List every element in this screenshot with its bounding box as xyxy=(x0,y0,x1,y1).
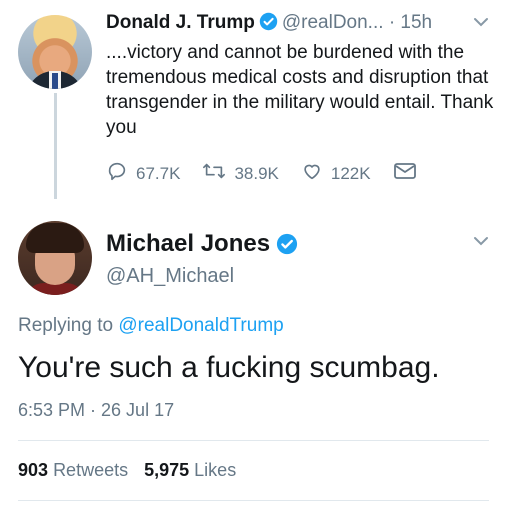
parent-author-name[interactable]: Donald J. Trump xyxy=(106,12,255,33)
reply-count: 67.7K xyxy=(136,163,181,183)
avatar-tie xyxy=(52,73,58,89)
replying-to-line: Replying to @realDonaldTrump xyxy=(18,315,284,337)
avatar-hair xyxy=(26,223,84,253)
retweets-label: Retweets xyxy=(53,460,129,480)
reply-icon[interactable] xyxy=(106,160,136,187)
parent-header: Donald J. Trump @realDon... · 15h xyxy=(106,12,432,37)
retweets-stat[interactable]: 903 Retweets xyxy=(18,460,128,480)
message-action[interactable] xyxy=(393,161,425,186)
divider xyxy=(18,500,489,501)
retweet-count: 38.9K xyxy=(234,163,279,183)
parent-avatar[interactable] xyxy=(18,15,92,89)
parent-time[interactable]: 15h xyxy=(400,12,432,33)
reply-author-name[interactable]: Michael Jones xyxy=(106,230,270,257)
chevron-down-icon[interactable] xyxy=(472,234,490,253)
parent-handle[interactable]: @realDon... xyxy=(282,12,384,33)
like-count: 122K xyxy=(330,163,371,183)
retweets-total: 903 xyxy=(18,460,49,480)
direct-message-icon[interactable] xyxy=(393,161,425,186)
likes-label: Likes xyxy=(194,460,237,480)
parent-tweet-text: ....victory and cannot be burdened with … xyxy=(106,42,494,138)
likes-stat[interactable]: 5,975 Likes xyxy=(144,460,236,480)
retweet-icon[interactable] xyxy=(202,160,234,187)
replying-to-prefix: Replying to xyxy=(18,315,114,336)
reply-author-name-row: Michael Jones xyxy=(106,230,302,262)
reply-action[interactable]: 67.7K xyxy=(106,160,180,187)
reply-handle[interactable]: @AH_Michael xyxy=(106,265,234,288)
verified-badge-icon xyxy=(259,12,278,37)
retweet-action[interactable]: 38.9K xyxy=(202,160,279,187)
verified-badge-icon xyxy=(276,233,298,262)
engagement-stats: 903 Retweets 5,975 Likes xyxy=(18,460,236,481)
chevron-down-icon[interactable] xyxy=(472,15,490,34)
reply-avatar[interactable] xyxy=(18,221,92,295)
thread-line xyxy=(54,93,57,199)
parent-action-bar: 67.7K 38.9K 122K xyxy=(106,160,447,187)
divider xyxy=(18,440,489,441)
like-action[interactable]: 122K xyxy=(301,160,371,187)
likes-total: 5,975 xyxy=(144,460,190,480)
reply-timestamp[interactable]: 6:53 PM · 26 Jul 17 xyxy=(18,400,174,421)
like-icon[interactable] xyxy=(301,160,331,187)
reply-tweet-text: You're such a fucking scumbag. xyxy=(18,351,440,384)
replying-to-handle-link[interactable]: @realDonaldTrump xyxy=(118,315,283,336)
parent-time-separator: · xyxy=(388,12,396,33)
